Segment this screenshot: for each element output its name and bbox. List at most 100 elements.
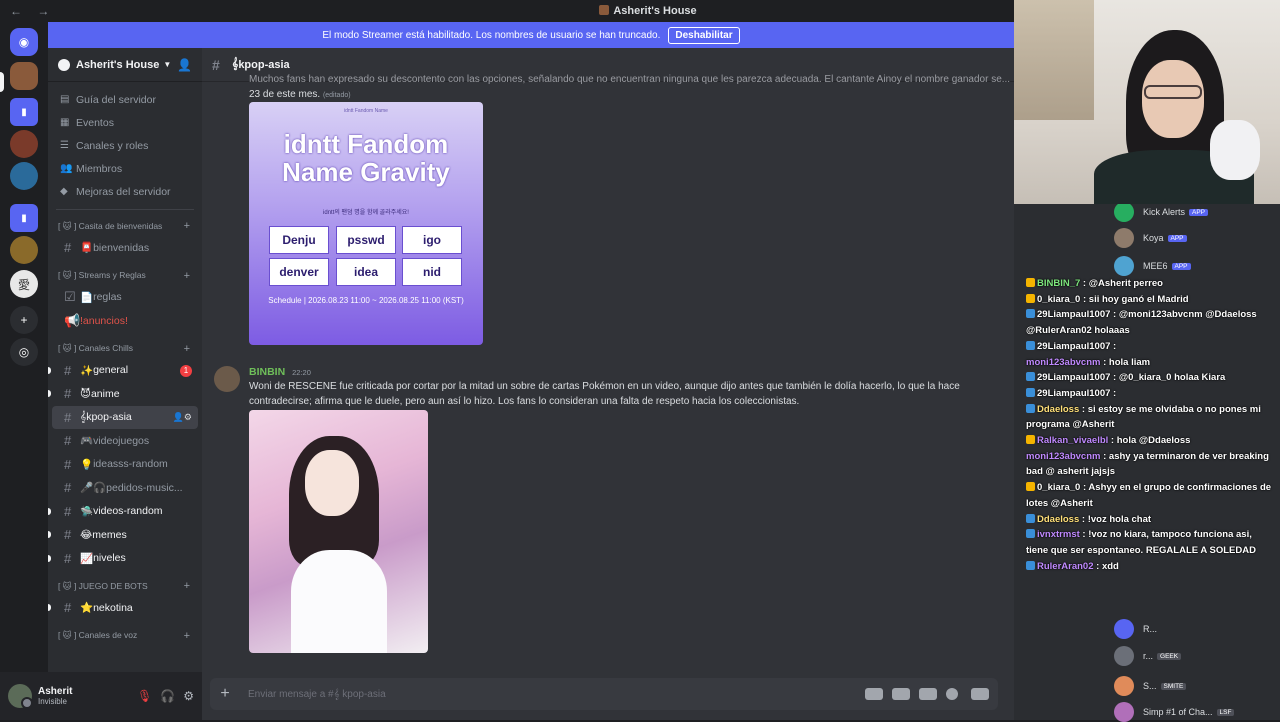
channels-roles-link[interactable]: ☰ Canales y roles xyxy=(48,134,202,157)
add-channel-icon[interactable]: + xyxy=(184,270,190,282)
server-icon-2[interactable] xyxy=(10,130,38,158)
link-label: Mejoras del servidor xyxy=(76,185,171,198)
photo-detail xyxy=(305,450,359,516)
add-channel-icon[interactable]: + xyxy=(184,630,190,642)
poster-option: Denju xyxy=(269,226,329,254)
channel-memes[interactable]: # 😂 memes xyxy=(48,523,198,547)
discord-home-icon[interactable]: ◉ xyxy=(10,28,38,56)
avatar[interactable] xyxy=(214,366,240,392)
member-name: S... xyxy=(1143,681,1157,691)
channel-emoji: 😂 xyxy=(80,528,93,541)
channel-bienvenidas[interactable]: # 📮 bienvenidas xyxy=(52,236,198,260)
member-r-geek[interactable]: r... GEEK xyxy=(1114,646,1182,666)
emoji-icon[interactable] xyxy=(946,688,958,700)
members-icon: 👥 xyxy=(60,163,73,174)
server-guide-link[interactable]: ▤ Guía del servidor xyxy=(48,88,202,111)
member-mee6[interactable]: MEE6 APP xyxy=(1114,256,1191,276)
category-juego-de-bots[interactable]: [ 🐱 ] JUEGO DE BOTS + xyxy=(48,576,202,596)
channel-label: niveles xyxy=(93,552,126,565)
message-composer[interactable]: + Enviar mensaje a #𝄞 kpop-asia xyxy=(210,678,998,710)
add-channel-icon[interactable]: + xyxy=(184,343,190,355)
chat-user: 29Liampaul1007 xyxy=(1037,387,1111,399)
member-simp[interactable]: Simp #1 of Cha... LSF xyxy=(1114,702,1235,722)
channel-videojuegos[interactable]: # 🎮 videojuegos xyxy=(52,429,198,453)
photo-attachment[interactable] xyxy=(249,410,428,653)
sub-badge-icon xyxy=(1026,387,1035,397)
avatar xyxy=(1114,702,1134,722)
webcam-plush xyxy=(1210,120,1260,180)
chat-message: moni123abvcnm : ashy ya terminaron de ve… xyxy=(1026,450,1269,478)
channel-pedidos-music[interactable]: # 🎤🎧 pedidos-music... xyxy=(52,476,198,500)
webcam-glasses xyxy=(1144,85,1202,99)
sub-badge-icon xyxy=(1026,560,1035,570)
sub-badge-icon xyxy=(1026,293,1035,303)
category-streams[interactable]: [ 🐱 ] Streams y Reglas + xyxy=(48,266,202,286)
channel-niveles[interactable]: # 📈 niveles xyxy=(48,547,198,571)
channels-icon: ☰ xyxy=(60,140,69,151)
folder-icon[interactable]: ▮ xyxy=(10,98,38,126)
poster-option: psswd xyxy=(336,226,396,254)
member-r[interactable]: R... xyxy=(1114,619,1157,639)
app-tag: APP xyxy=(1189,208,1209,216)
message-text: 23 de este mes. (editado) xyxy=(249,87,1019,103)
add-server-icon[interactable]: + xyxy=(10,306,38,334)
chat-user: 29Liampaul1007 xyxy=(1037,309,1111,321)
channel-reglas[interactable]: ☑ 📄 reglas xyxy=(52,286,198,310)
channel-label: general xyxy=(93,364,129,377)
disable-streamer-button[interactable]: Deshabilitar xyxy=(668,26,740,44)
apps-icon[interactable] xyxy=(971,688,989,700)
channel-videos-random[interactable]: # 🛸 videos-random xyxy=(48,500,198,524)
chat-user: moni123abvcnm xyxy=(1026,356,1101,368)
channel-kpop-asia[interactable]: # 𝄞 kpop-asia 👤⚙ xyxy=(52,405,198,429)
avatar[interactable] xyxy=(8,684,33,709)
discover-icon[interactable]: ◎ xyxy=(10,338,38,366)
events-link[interactable]: ▦ Eventos xyxy=(48,111,202,134)
category-canales-de-voz[interactable]: [ 🐱 ] Canales de voz + xyxy=(48,626,202,646)
username: Asherit xyxy=(38,686,73,697)
channel-anuncios[interactable]: 📢 !anuncios! xyxy=(52,309,198,333)
server-asherits-house-icon[interactable] xyxy=(10,62,38,90)
member-kick-alerts[interactable]: Kick Alerts APP xyxy=(1114,202,1209,222)
chat-text: sii hoy ganó el Madrid xyxy=(1088,293,1189,305)
members-link[interactable]: 👥 Miembros xyxy=(48,157,202,180)
gear-icon[interactable]: ⚙ xyxy=(183,689,194,703)
server-icon-5[interactable]: 愛 xyxy=(10,270,38,298)
server-header[interactable]: Asherit's House ▼ 👤 xyxy=(48,48,202,82)
chat-message: 0_kiara_0 : Ashyy en el grupo de confirm… xyxy=(1026,482,1272,509)
invite-people-icon[interactable]: 👤 xyxy=(177,58,192,72)
channel-nekotina[interactable]: # ⭐ nekotina xyxy=(48,596,198,620)
gift-icon[interactable] xyxy=(865,688,883,700)
fandom-name-poster[interactable]: idntt Fandom Name idntt Fandom Name Gravi… xyxy=(249,102,483,345)
sticker-icon[interactable] xyxy=(919,688,937,700)
gif-icon[interactable] xyxy=(892,688,910,700)
server-icon-4[interactable] xyxy=(10,236,38,264)
category-chills[interactable]: [ 🐱 ] Canales Chills + xyxy=(48,339,202,359)
mic-muted-icon[interactable]: 🎙 xyxy=(137,689,152,703)
member-name: MEE6 xyxy=(1143,261,1168,271)
channel-label: pedidos-music... xyxy=(106,481,183,494)
channel-general[interactable]: # ✨ general 1 xyxy=(48,359,198,383)
add-channel-icon[interactable]: + xyxy=(184,580,190,592)
chat-user: BINBIN_7 xyxy=(1037,278,1081,289)
message-author[interactable]: BINBIN xyxy=(249,366,285,378)
calendar-icon: ▦ xyxy=(60,117,70,128)
add-channel-icon[interactable]: + xyxy=(184,220,190,232)
hash-icon: # xyxy=(64,527,72,543)
window-title-text: Asherit's House xyxy=(613,5,697,17)
member-koya[interactable]: Koya APP xyxy=(1114,228,1187,248)
member-s[interactable]: S... SMITE xyxy=(1114,676,1187,696)
category-casita[interactable]: [ 🐱 ] Casita de bienvenidas + xyxy=(48,216,202,236)
channel-settings-icon[interactable]: 👤⚙ xyxy=(173,412,192,423)
chat-message: 0_kiara_0 : sii hoy ganó el Madrid xyxy=(1026,292,1274,308)
headphones-icon[interactable]: 🎧 xyxy=(160,689,175,703)
channel-ideasss-random[interactable]: # 💡 ideasss-random xyxy=(52,453,198,477)
user-panel: Asherit Invisible 🎙 🎧 ⚙ xyxy=(0,672,202,720)
folder-icon-2[interactable]: ▮ xyxy=(10,204,38,232)
category-label: [ 🐱 ] Casita de bienvenidas xyxy=(58,220,163,231)
server-icon-3[interactable] xyxy=(10,162,38,190)
attach-plus-icon[interactable]: + xyxy=(210,685,240,703)
channel-anime[interactable]: # 😈 anime xyxy=(48,382,198,406)
member-name: r... xyxy=(1143,651,1154,661)
server-boost-link[interactable]: ◆ Mejoras del servidor xyxy=(48,180,202,203)
composer-placeholder[interactable]: Enviar mensaje a #𝄞 kpop-asia xyxy=(240,689,865,700)
